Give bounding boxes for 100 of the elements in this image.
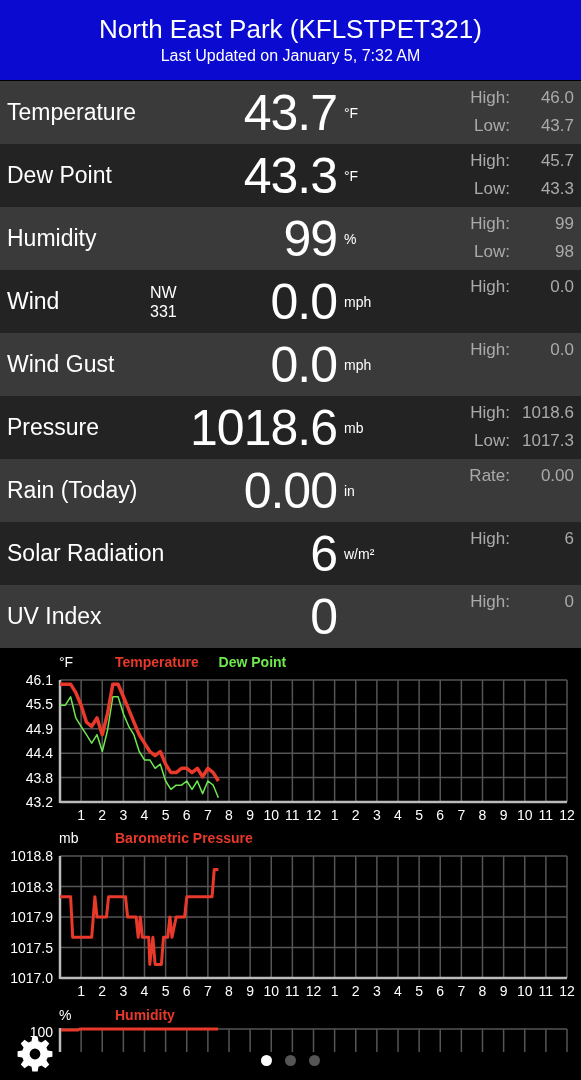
measurement-name: Pressure (7, 414, 100, 441)
axis-tick-label: 9 (499, 983, 508, 998)
axis-tick-label: 5 (161, 807, 170, 822)
axis-tick-label: 6 (436, 983, 445, 998)
axis-tick-label: 10 (263, 983, 280, 998)
axis-tick-label: 45.5 (25, 696, 53, 713)
axis-tick-label: 3 (373, 983, 381, 998)
legend-label: Temperature (115, 654, 199, 670)
stat-label: Low: (473, 179, 510, 200)
axis-tick-label: 43.8 (25, 769, 53, 786)
measurement-value: 0.00 (243, 461, 337, 520)
axis-tick-label: 9 (246, 807, 254, 822)
stat-value: 0.0 (549, 277, 574, 298)
stat-label: High: (469, 214, 510, 235)
axis-unit-label: °F (59, 654, 74, 670)
measurement-value: 43.3 (243, 146, 337, 205)
axis-tick-label: 7 (457, 807, 466, 822)
axis-tick-label: 2 (98, 983, 107, 998)
measurement-value: 1018.6 (190, 398, 337, 457)
axis-tick-label: 44.9 (25, 720, 53, 737)
stat-label: Rate: (468, 466, 510, 487)
axis-tick-label: 4 (394, 983, 402, 998)
axis-tick-label: 2 (98, 807, 107, 822)
measurement-name: Wind (7, 288, 61, 315)
stat-value: 0.0 (549, 340, 574, 361)
stat-label: High: (469, 403, 510, 424)
axis-tick-label: 3 (119, 807, 128, 822)
unit-label: mph (344, 293, 372, 310)
stat-value: 99 (554, 214, 574, 235)
axis-tick-label: 6 (436, 807, 445, 822)
page-indicator-dot[interactable] (285, 1055, 296, 1066)
unit-label: w/m² (344, 545, 375, 562)
axis-tick-label: 5 (415, 807, 423, 822)
stat-value: 98 (554, 242, 574, 263)
page-indicator-dot[interactable] (309, 1055, 320, 1066)
stat-label: Low: (473, 431, 510, 452)
axis-tick-label: 46.1 (25, 672, 53, 688)
axis-tick-label: 6 (182, 983, 191, 998)
axis-tick-label: 8 (225, 983, 233, 998)
unit-label: % (344, 230, 357, 247)
stat-label: Low: (473, 116, 510, 137)
stat-value: 43.3 (539, 179, 574, 200)
axis-tick-label: 12 (305, 983, 322, 998)
axis-tick-label: 11 (285, 983, 300, 998)
stat-label: High: (469, 340, 510, 361)
axis-unit-label: mb (59, 830, 79, 846)
axis-tick-label: 44.4 (25, 745, 53, 762)
stat-value: 0 (563, 592, 574, 613)
axis-tick-label: 3 (119, 983, 128, 998)
unit-label: in (344, 482, 355, 499)
stat-label: High: (469, 277, 510, 298)
axis-tick-label: 1017.0 (10, 970, 53, 986)
axis-tick-label: 12 (305, 807, 322, 822)
axis-tick-label: 1 (77, 807, 85, 822)
axis-tick-label: 8 (478, 983, 487, 998)
measurement-name: Wind Gust (7, 351, 115, 378)
axis-tick-label: 10 (516, 983, 533, 998)
axis-tick-label: 12 (559, 983, 575, 998)
measurement-name: Rain (Today) (7, 477, 138, 504)
axis-tick-label: 100 (29, 1024, 53, 1040)
measurement-row[interactable]: UV Index 0 High: 0 (0, 585, 581, 648)
measurement-value: 0.0 (270, 335, 337, 394)
axis-tick-label: 1018.8 (10, 848, 53, 864)
settings-icon[interactable] (16, 1035, 54, 1073)
measurement-name: Dew Point (7, 162, 112, 189)
axis-tick-label: 10 (263, 807, 280, 822)
last-updated-text: Last Updated on January 5, 7:32 AM (160, 46, 421, 66)
axis-tick-label: 1 (330, 983, 339, 998)
page-indicator-dot[interactable] (261, 1055, 272, 1066)
axis-tick-label: 10 (516, 807, 533, 822)
measurement-value: 43.7 (243, 83, 337, 142)
measurement-name: Solar Radiation (7, 540, 165, 567)
measurement-name: Humidity (7, 225, 97, 252)
axis-tick-label: 1018.3 (10, 878, 53, 895)
unit-label: mph (344, 356, 372, 373)
stat-label: High: (469, 151, 510, 172)
axis-tick-label: 8 (478, 807, 487, 822)
measurement-row[interactable]: Humidity 99% High: 99 Low: 98 (0, 207, 581, 270)
axis-tick-label: 5 (415, 983, 423, 998)
stat-value: 0.00 (539, 466, 574, 487)
axis-tick-label: 7 (204, 983, 212, 998)
axis-tick-label: 11 (538, 807, 554, 822)
axis-tick-label: 8 (225, 807, 233, 822)
measurement-value: 0.0 (270, 272, 337, 331)
stat-label: High: (469, 592, 510, 613)
measurement-name: Temperature (7, 99, 137, 126)
measurement-value: 0 (310, 587, 337, 646)
stat-value: 43.7 (539, 116, 574, 137)
axis-tick-label: 1017.5 (10, 939, 53, 956)
stat-label: High: (469, 529, 510, 550)
wind-direction-text: NW (150, 282, 177, 302)
axis-tick-label: 9 (499, 807, 508, 822)
legend-label: Dew Point (218, 654, 287, 670)
stat-label: Low: (473, 242, 510, 263)
stat-value: 6 (563, 529, 574, 550)
unit-label: mb (344, 419, 364, 436)
axis-tick-label: 4 (140, 807, 149, 822)
axis-tick-label: 2 (351, 983, 360, 998)
stat-value: 46.0 (539, 88, 574, 109)
axis-tick-label: 2 (351, 807, 360, 822)
